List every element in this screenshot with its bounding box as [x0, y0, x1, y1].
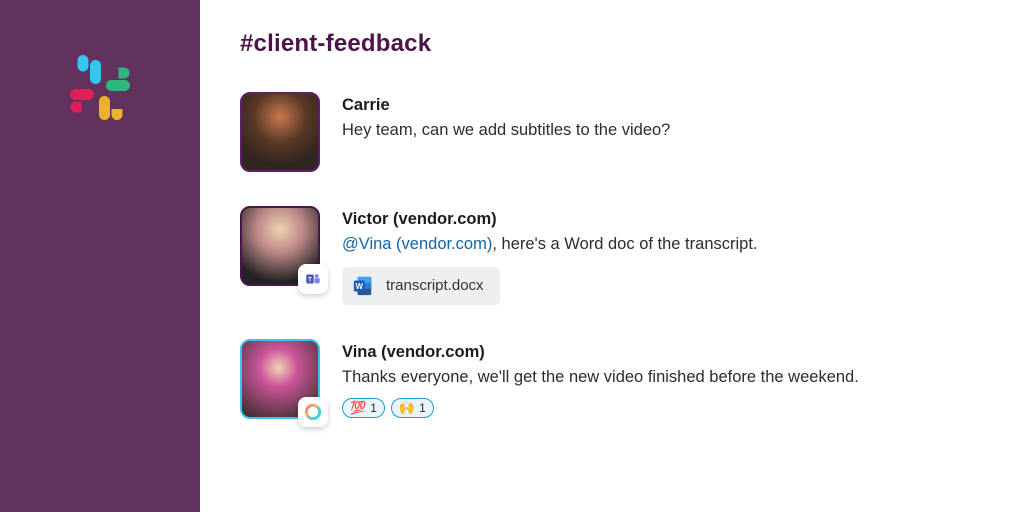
- raised-hands-emoji-icon: 🙌: [399, 401, 415, 414]
- message-text: Thanks everyone, we'll get the new video…: [342, 366, 859, 390]
- message-username[interactable]: Victor (vendor.com): [342, 210, 758, 229]
- rainbow-circle-icon: [298, 397, 328, 427]
- channel-name[interactable]: #client-feedback: [240, 30, 984, 58]
- message-text: Hey team, can we add subtitles to the vi…: [342, 119, 670, 143]
- reaction-row: 💯 1 🙌 1: [342, 398, 859, 418]
- avatar[interactable]: [240, 339, 320, 419]
- avatar-image: [240, 92, 320, 172]
- avatar[interactable]: [240, 92, 320, 172]
- message-item: Vina (vendor.com) Thanks everyone, we'll…: [240, 339, 984, 419]
- message-username[interactable]: Carrie: [342, 96, 670, 115]
- hundred-emoji-icon: 💯: [350, 401, 366, 414]
- reaction-button[interactable]: 💯 1: [342, 398, 385, 418]
- message-username[interactable]: Vina (vendor.com): [342, 343, 859, 362]
- svg-text:W: W: [356, 282, 364, 291]
- message-item: T Victor (vendor.com) @Vina (vendor.com)…: [240, 206, 984, 305]
- teams-icon: T: [298, 264, 328, 294]
- message-text-part: , here's a Word doc of the transcript.: [492, 235, 757, 253]
- svg-text:T: T: [308, 277, 312, 283]
- channel-content: #client-feedback Carrie Hey team, can we…: [200, 0, 1024, 512]
- message-text: @Vina (vendor.com), here's a Word doc of…: [342, 233, 758, 257]
- reaction-button[interactable]: 🙌 1: [391, 398, 434, 418]
- slack-logo-icon: [65, 55, 135, 125]
- mention-link[interactable]: @Vina (vendor.com): [342, 235, 492, 253]
- message-item: Carrie Hey team, can we add subtitles to…: [240, 92, 984, 172]
- reaction-count: 1: [370, 401, 377, 415]
- word-icon: W: [352, 275, 374, 297]
- attachment-filename: transcript.docx: [386, 277, 484, 294]
- sidebar: [0, 0, 200, 512]
- file-attachment[interactable]: W transcript.docx: [342, 267, 500, 305]
- reaction-count: 1: [419, 401, 426, 415]
- avatar[interactable]: T: [240, 206, 320, 286]
